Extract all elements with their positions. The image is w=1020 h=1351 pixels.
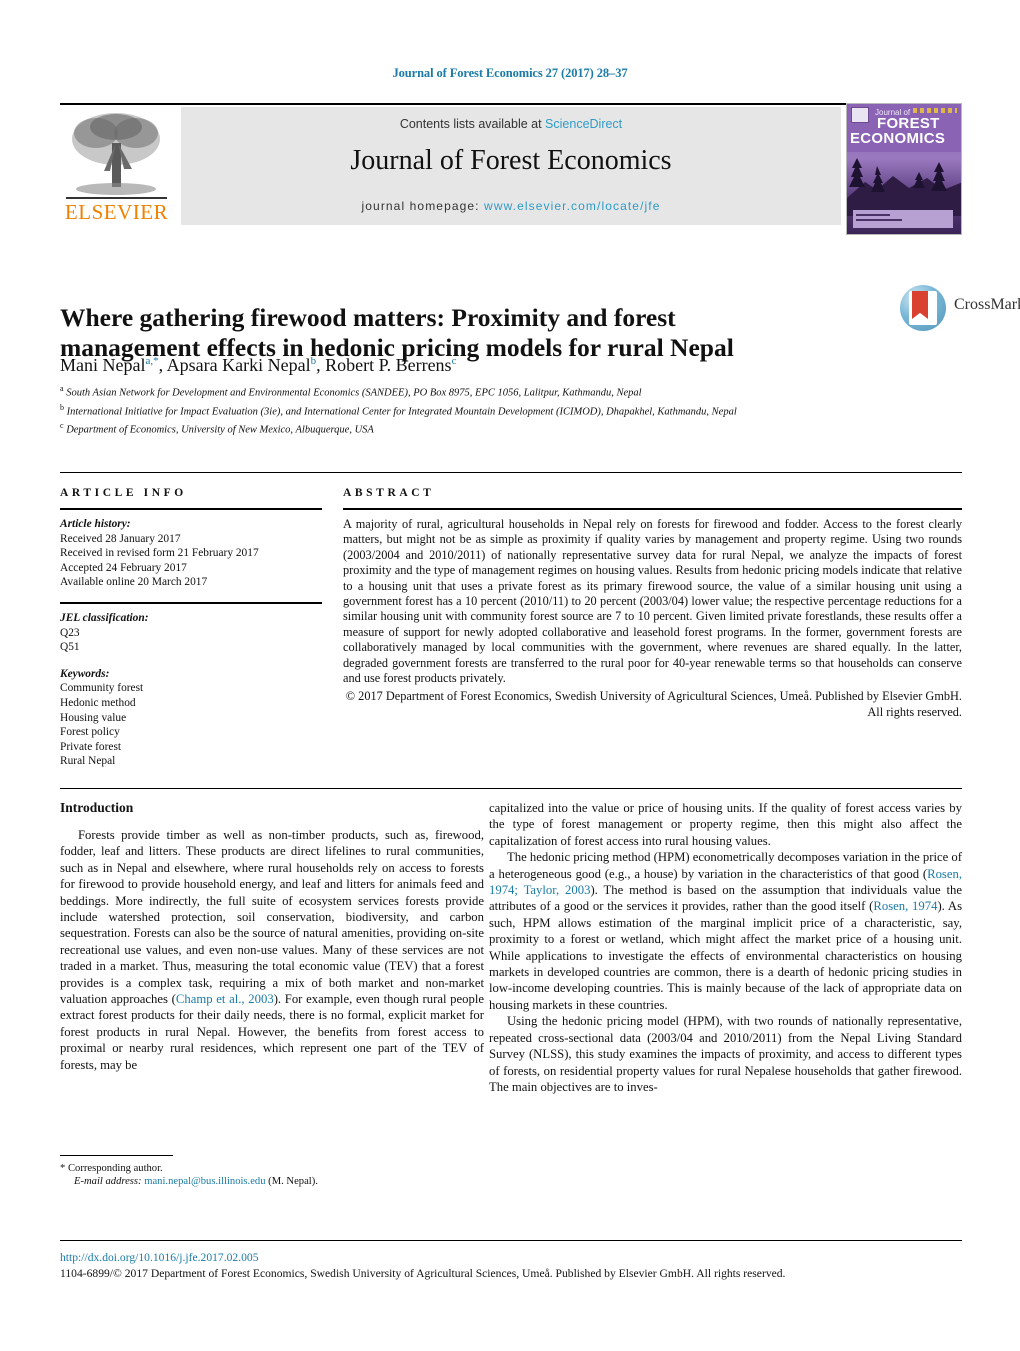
email-address-label: E-mail address:	[74, 1176, 142, 1188]
abstract-copyright: © 2017 Department of Forest Economics, S…	[345, 689, 962, 719]
elsevier-rule	[66, 197, 167, 199]
contents-available-line: Contents lists available at ScienceDirec…	[181, 117, 841, 131]
affiliation-marker: c	[60, 421, 64, 430]
crossmark-badge[interactable]: CrossMark	[898, 282, 1020, 334]
journal-cover-thumbnail: Journal of FOREST ECONOMICS	[846, 103, 962, 235]
cover-dot-strip	[913, 108, 957, 113]
email-address-suffix: (M. Nepal).	[268, 1176, 318, 1188]
abstract-text: A majority of rural, agricultural househ…	[343, 517, 962, 686]
cover-forest-silhouette-icon	[847, 158, 961, 216]
body-column-left: Introduction Forests provide timber as w…	[60, 800, 484, 1073]
journal-homepage-line: journal homepage: www.elsevier.com/locat…	[181, 199, 841, 213]
abstract-section: ABSTRACT A majority of rural, agricultur…	[343, 487, 962, 720]
contents-prefix: Contents lists available at	[399, 117, 546, 131]
affiliation-marker: a	[60, 384, 64, 393]
keyword-item: Forest policy	[60, 726, 120, 739]
article-info-heading: ARTICLE INFO	[60, 487, 187, 499]
abstract-rule	[343, 508, 962, 510]
footer-rule	[60, 1240, 962, 1241]
affiliation-item: b International Initiative for Impact Ev…	[60, 401, 860, 420]
masthead-top-rule	[60, 103, 962, 105]
body-paragraph: The hedonic pricing method (HPM) econome…	[489, 850, 963, 1012]
doi-link[interactable]: http://dx.doi.org/10.1016/j.jfe.2017.02.…	[60, 1251, 259, 1264]
homepage-url-link[interactable]: www.elsevier.com/locate/jfe	[484, 199, 660, 213]
section-heading-introduction: Introduction	[60, 800, 134, 815]
corresponding-author-footnote: * Corresponding author. E-mail address: …	[60, 1155, 484, 1189]
contents-band: Contents lists available at ScienceDirec…	[181, 107, 841, 225]
cover-footer-line-1	[856, 214, 890, 216]
article-history-item: Received 28 January 2017	[60, 532, 181, 545]
affiliation-item: c Department of Economics, University of…	[60, 419, 860, 438]
affiliations-block: a South Asian Network for Development an…	[60, 382, 860, 438]
sciencedirect-link[interactable]: ScienceDirect	[545, 117, 622, 131]
keyword-item: Housing value	[60, 711, 127, 724]
author-list: Mani Nepala,*, Apsara Karki Nepalb, Robe…	[60, 355, 457, 375]
jel-label: JEL classification:	[60, 611, 149, 624]
running-head: Journal of Forest Economics 27 (2017) 28…	[392, 66, 628, 80]
keyword-item: Hedonic method	[60, 696, 136, 709]
affiliation-text: International Initiative for Impact Eval…	[66, 406, 737, 417]
elsevier-tree-icon	[66, 109, 166, 197]
footer-copyright: 1104-6899/© 2017 Department of Forest Ec…	[60, 1267, 786, 1280]
footnote-star-marker: *	[60, 1163, 66, 1174]
keywords-label: Keywords:	[60, 667, 110, 680]
keyword-item: Private forest	[60, 740, 122, 753]
body-column-right: capitalized into the value or price of h…	[489, 800, 962, 1095]
body-paragraph: capitalized into the value or price of h…	[489, 801, 962, 848]
body-paragraph: Using the hedonic pricing model (HPM), w…	[489, 1014, 962, 1094]
journal-title: Journal of Forest Economics	[350, 145, 672, 176]
article-history-block: Article history: Received 28 January 201…	[60, 517, 322, 590]
elsevier-logo: ELSEVIER	[60, 107, 173, 225]
paper-page: Journal of Forest Economics 27 (2017) 28…	[0, 0, 1020, 1351]
elsevier-wordmark: ELSEVIER	[64, 200, 169, 224]
citation-link[interactable]: Rosen, 1974	[873, 899, 937, 913]
footnote-corresponding: * Corresponding author.	[60, 1162, 484, 1175]
info-top-rule	[60, 472, 962, 473]
cover-footer-line-2	[856, 219, 902, 221]
article-history-item: Received in revised form 21 February 201…	[60, 547, 259, 560]
cover-footer-block	[853, 210, 953, 228]
affiliation-text: Department of Economics, University of N…	[66, 424, 374, 436]
affiliation-item: a South Asian Network for Development an…	[60, 382, 860, 401]
abstract-heading: ABSTRACT	[343, 487, 435, 499]
jel-code: Q23	[60, 626, 80, 639]
jel-block: JEL classification: Q23 Q51	[60, 611, 322, 655]
article-history-label: Article history:	[60, 518, 131, 530]
citation-link[interactable]: Rosen, 1974; Taylor, 2003	[489, 867, 962, 897]
article-history-item: Available online 20 March 2017	[60, 576, 208, 589]
homepage-prefix: journal homepage:	[361, 199, 485, 213]
keyword-item: Rural Nepal	[60, 755, 116, 768]
keywords-block: Keywords: Community forest Hedonic metho…	[60, 667, 322, 769]
jel-code: Q51	[60, 641, 80, 654]
keyword-item: Community forest	[60, 682, 144, 695]
article-history-item: Accepted 24 February 2017	[60, 561, 187, 574]
affiliation-marker: b	[60, 402, 64, 412]
article-info-section: ARTICLE INFO Article history: Received 2…	[60, 487, 322, 769]
journal-masthead: ELSEVIER Contents lists available at Sci…	[60, 103, 962, 235]
footnote-rule	[60, 1155, 173, 1156]
footnote-email-line: E-mail address: mani.nepal@bus.illinois.…	[60, 1175, 484, 1188]
citation-link[interactable]: Champ et al., 2003	[176, 992, 274, 1006]
crossmark-icon	[900, 285, 946, 331]
article-info-separator	[60, 601, 322, 604]
email-address-link[interactable]: mani.nepal@bus.illinois.edu	[144, 1176, 265, 1187]
body-top-rule	[60, 788, 962, 789]
article-info-rule	[60, 508, 322, 510]
affiliation-text: South Asian Network for Development and …	[66, 387, 642, 399]
cover-elsevier-mark-icon	[851, 107, 869, 123]
body-paragraph: Forests provide timber as well as non-ti…	[60, 828, 484, 1072]
crossmark-label: CrossMark	[954, 296, 1020, 313]
footnote-corresponding-label: Corresponding author.	[67, 1163, 163, 1174]
